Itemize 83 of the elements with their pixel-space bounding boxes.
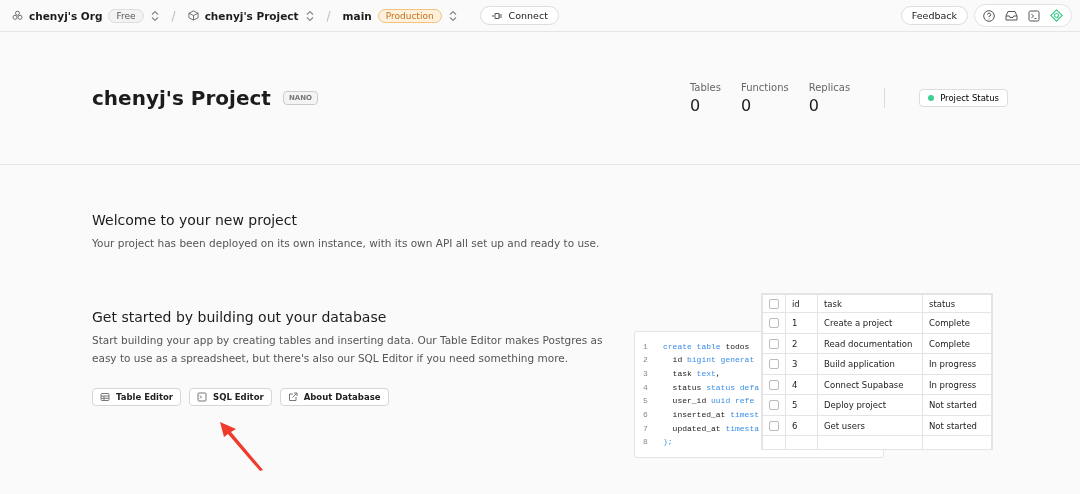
plug-icon	[490, 11, 503, 20]
connect-button[interactable]: Connect	[479, 6, 559, 25]
breadcrumb-separator: /	[326, 8, 331, 23]
table-cell: 4	[785, 374, 818, 395]
code-line: );	[663, 437, 673, 447]
table-cell: In progress	[922, 374, 992, 395]
stat-value: 0	[689, 95, 702, 115]
table-cell: Connect Supabase	[817, 374, 923, 395]
editor-button[interactable]: Table Editor	[92, 387, 182, 406]
checkbox[interactable]	[769, 420, 779, 431]
editor-button[interactable]: About Database	[279, 387, 389, 406]
checkbox[interactable]	[769, 359, 779, 370]
stat-value: 0	[740, 95, 753, 115]
line-number: 8	[643, 437, 649, 447]
breadcrumb-link[interactable]: chenyj's Project	[204, 9, 299, 22]
table-cell: 6	[785, 415, 818, 436]
section-heading: Get started by building out your database	[92, 309, 388, 326]
checkbox[interactable]	[769, 379, 779, 390]
table-cell: Build application	[817, 353, 923, 375]
table-cell: In progress	[922, 353, 992, 375]
feedback-button[interactable]: Feedback	[900, 6, 968, 25]
external-link-icon	[287, 391, 298, 402]
chevron-updown-icon[interactable]	[149, 9, 160, 22]
chevron-updown-icon[interactable]	[304, 9, 315, 22]
line-number: 6	[643, 410, 649, 420]
column-header: status	[922, 294, 992, 313]
breadcrumb-link[interactable]: main	[342, 9, 372, 22]
line-number: 4	[643, 382, 649, 392]
code-line: inserted_at timest	[671, 410, 759, 420]
project-title: chenyj's Project	[92, 86, 271, 110]
table-cell: Create a project	[817, 312, 923, 334]
table-icon	[100, 391, 110, 402]
column-header: id	[785, 294, 818, 313]
code-line: create table todos	[663, 341, 750, 351]
checkbox[interactable]	[769, 400, 779, 411]
table-cell: Get users	[817, 415, 923, 436]
terminal-icon[interactable]	[1028, 9, 1040, 22]
code-line: status status defa	[671, 382, 759, 392]
table-cell: Not started	[922, 394, 992, 416]
table-cell: Complete	[922, 312, 992, 334]
badge: Free	[108, 8, 144, 23]
line-number: 2	[643, 355, 649, 365]
code-line: user_id uuid refe	[671, 396, 755, 406]
inbox-icon[interactable]	[1005, 10, 1018, 21]
stat-label: Replicas	[808, 81, 851, 93]
diamond-icon[interactable]	[1050, 9, 1063, 22]
stat-value: 0	[808, 95, 820, 115]
line-number: 7	[643, 423, 649, 433]
badge: Production	[377, 8, 442, 23]
table-cell: 2	[785, 333, 818, 354]
section-heading: Welcome to your new project	[92, 212, 298, 228]
section-text: Start building your app by creating tables and inserting data. Our Table Editor makes Postgres as easy to use as a spreadsheet, but there's also our SQL Editor if you need something more.	[92, 333, 604, 366]
breadcrumb-separator: /	[171, 8, 176, 23]
help-icon[interactable]	[983, 9, 995, 22]
line-number: 1	[643, 341, 649, 351]
checkbox[interactable]	[769, 318, 779, 329]
pointer-arrow	[218, 421, 264, 472]
line-number: 5	[643, 396, 649, 406]
terminal-icon	[197, 391, 208, 402]
status-dot	[928, 95, 935, 101]
table-cell: 5	[785, 394, 818, 416]
column-header: task	[817, 294, 923, 313]
table-cell: 3	[785, 353, 818, 375]
table-cell: Deploy project	[817, 394, 923, 416]
editor-button[interactable]: SQL Editor	[189, 387, 272, 406]
code-line: task text,	[671, 369, 721, 379]
cube-icon	[187, 10, 199, 21]
table-cell: 1	[785, 312, 818, 334]
table-cell: Read documentation	[817, 333, 923, 354]
project-status-button[interactable]: Project Status	[919, 89, 1008, 107]
breadcrumb-link[interactable]: chenyj's Org	[29, 9, 103, 22]
section-text: Your project has been deployed on its own instance, with its own API all set up and ready to use.	[92, 236, 601, 251]
org-icon	[12, 10, 23, 21]
checkbox[interactable]	[769, 298, 779, 309]
checkbox[interactable]	[769, 338, 779, 349]
table-cell: Not started	[922, 415, 992, 436]
chevron-updown-icon[interactable]	[447, 9, 458, 22]
line-number: 3	[643, 369, 649, 379]
code-line: id bigint generat	[671, 355, 755, 365]
stat-label: Functions	[740, 81, 789, 93]
table-cell: Complete	[922, 333, 992, 354]
stat-label: Tables	[689, 81, 721, 93]
code-line: updated_at timesta	[671, 423, 759, 433]
